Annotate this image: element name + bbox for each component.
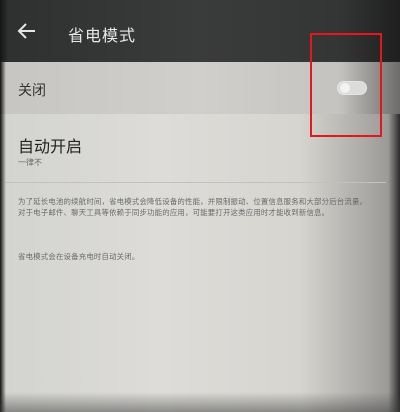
bottom-shadow bbox=[0, 392, 400, 412]
auto-on-value: 一律不 bbox=[18, 158, 42, 167]
highlight-annotation bbox=[310, 33, 382, 137]
divider bbox=[6, 182, 386, 183]
description-text: 为了延长电池的续航时间，省电模式会降低设备的性能，并限制振动、位置信息服务和大部… bbox=[18, 197, 368, 217]
arrow-left-icon[interactable] bbox=[16, 20, 38, 42]
screen: 省电模式 关闭 自动开启 一律不 为了延长电池的续航时间，省电模式会降低设备的性… bbox=[0, 0, 400, 412]
page-title: 省电模式 bbox=[68, 26, 137, 45]
power-saving-label: 关闭 bbox=[18, 83, 46, 99]
description-note: 省电模式会在设备充电时自动关闭。 bbox=[18, 252, 140, 261]
auto-on-label: 自动开启 bbox=[18, 137, 83, 156]
